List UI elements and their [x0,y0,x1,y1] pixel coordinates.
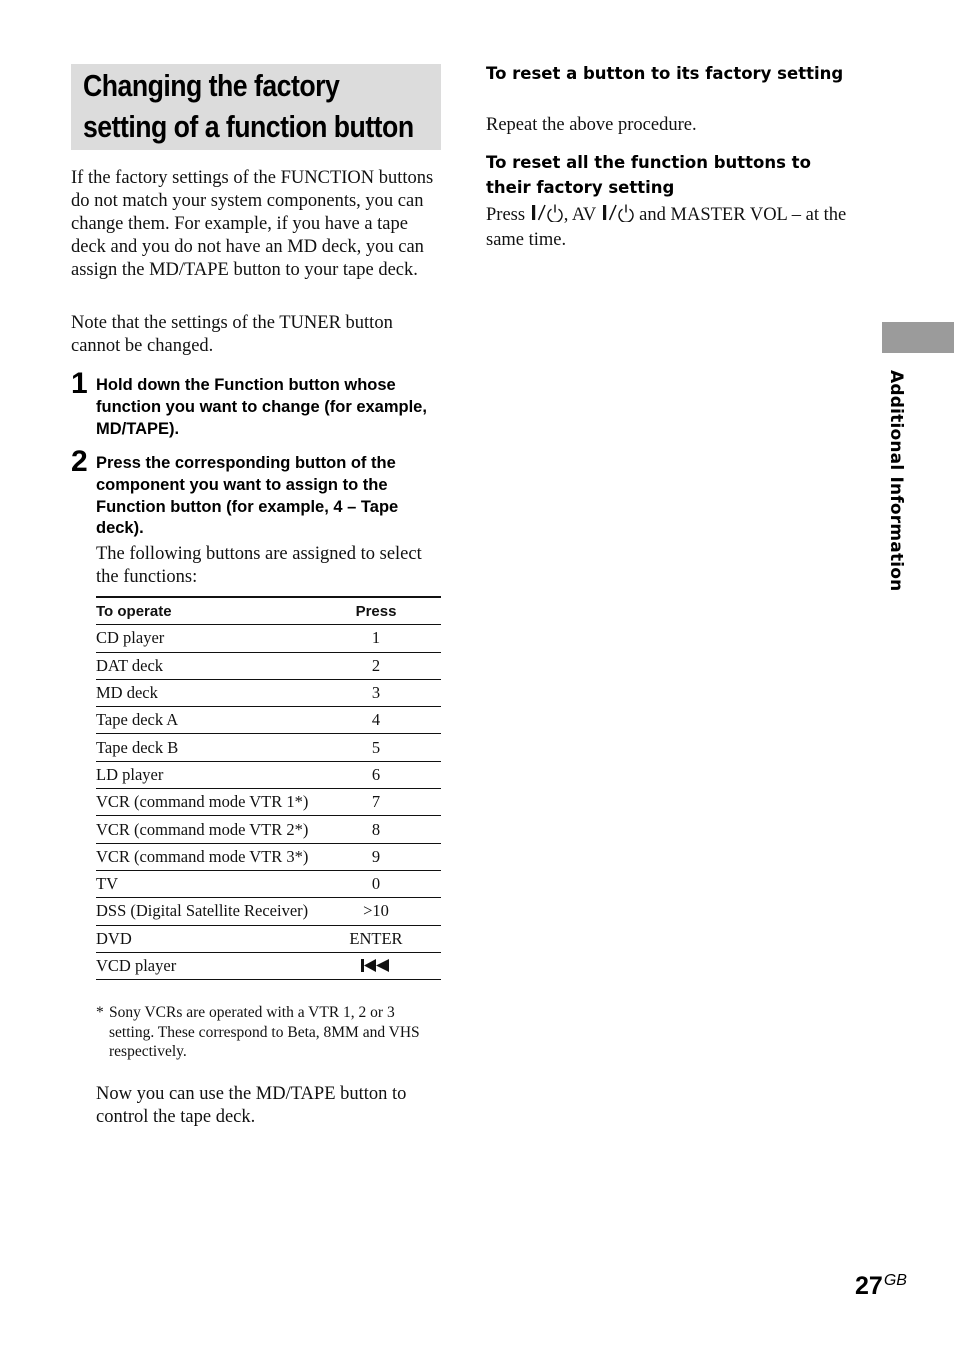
table-row: VCR (command mode VTR 1*) 7 [96,788,441,817]
cell-press: ENTER [311,925,441,953]
page-number: 27GB [855,1272,907,1301]
function-assignment-table: To operate Press CD player 1 DAT deck 2 MD d… [96,596,441,981]
av-power-standby-icon [601,203,635,229]
reset-one-heading: To reset a button to its factory setting [486,64,844,83]
cell-press: 8 [311,815,441,844]
cell-press: 1 [311,624,441,653]
section-title-box: Changing the factory setting of a functi… [71,64,441,150]
cell-to-operate: Tape deck B [96,733,311,762]
reset-all-text: Press , AV and MASTER VOL – at the same … [486,203,856,252]
table-row: DVD ENTER [96,925,441,953]
footnote: * Sony VCRs are operated with a VTR 1, 2… [96,1003,441,1062]
table-row: Tape deck B5 [96,733,441,762]
skip-previous-icon [361,957,391,977]
conclusion-paragraph: Now you can use the MD/TAPE button to co… [96,1084,407,1127]
table-row: VCR (command mode VTR 3*) 9 [96,843,441,871]
table-row: LD player 6 [96,761,441,790]
reset-all-heading: To reset all the function buttons to the… [486,153,811,197]
cell-press: 6 [311,761,441,790]
page-number-suffix: GB [883,1272,907,1289]
table-row: VCD player [96,952,441,981]
table-row: MD deck 3 [96,679,441,708]
cell-press: 2 [311,652,441,680]
cell-press: 4 [311,706,441,735]
cell-to-operate: MD deck [96,679,311,708]
cell-to-operate: CD player [96,624,311,653]
section-tab-marker [882,322,954,353]
cell-press: 3 [311,679,441,708]
step-1-text: Hold down the Function button whose func… [96,376,427,438]
side-section-label: Additional Information [886,370,906,592]
cell-to-operate: VCD player [96,952,311,981]
table-row: DSS (Digital Satellite Receiver) >10 [96,897,441,926]
cell-press [311,952,441,981]
press-word: Press [486,205,526,225]
table-row: Tape deck A4 [96,706,441,735]
section-title-line-1: Changing the factory [83,68,340,103]
table-row: DAT deck 2 [96,652,441,680]
cell-to-operate: Tape deck A [96,706,311,735]
cell-press: 0 [311,870,441,899]
table-body: CD player 1 DAT deck 2 MD deck 3 Tape deck A4T… [96,624,441,981]
footnote-text: Sony VCRs are operated with a VTR 1, 2 o… [109,1004,420,1060]
section-title-line-2: setting of a function button [83,109,414,144]
cell-to-operate: DAT deck [96,652,311,680]
header-press: Press [311,597,441,626]
power-standby-icon [530,203,564,229]
comma-av: , AV [563,205,596,225]
cell-to-operate: DVD [96,925,311,953]
cell-to-operate: TV [96,870,311,899]
table-row: CD player 1 [96,624,441,653]
cell-to-operate: VCR (command mode VTR 3*) [96,843,311,871]
reset-one-text: Repeat the above procedure. [486,115,697,135]
footnote-mark: * [96,1004,104,1021]
table-row: TV 0 [96,870,441,899]
cell-press: 7 [311,788,441,817]
cell-to-operate: LD player [96,761,311,790]
cell-press: 9 [311,843,441,871]
step-2-text: Press the corresponding button of the co… [96,454,399,538]
header-to-operate: To operate [96,597,311,626]
step-1-number: 1 [71,367,88,400]
step-2-number: 2 [71,445,88,478]
note-paragraph: Note that the settings of the TUNER butt… [71,313,393,356]
cell-press: >10 [311,897,441,926]
table-row: VCR (command mode VTR 2*) 8 [96,815,441,844]
cell-to-operate: DSS (Digital Satellite Receiver) [96,897,311,926]
cell-press: 5 [311,733,441,762]
cell-to-operate: VCR (command mode VTR 1*) [96,788,311,817]
table-header-row: To operate Press [96,597,441,626]
intro-paragraph: If the factory settings of the FUNCTION … [71,168,434,280]
cell-to-operate: VCR (command mode VTR 2*) [96,815,311,844]
assigned-paragraph: The following buttons are assigned to se… [96,544,422,587]
page-number-value: 27 [855,1272,883,1300]
